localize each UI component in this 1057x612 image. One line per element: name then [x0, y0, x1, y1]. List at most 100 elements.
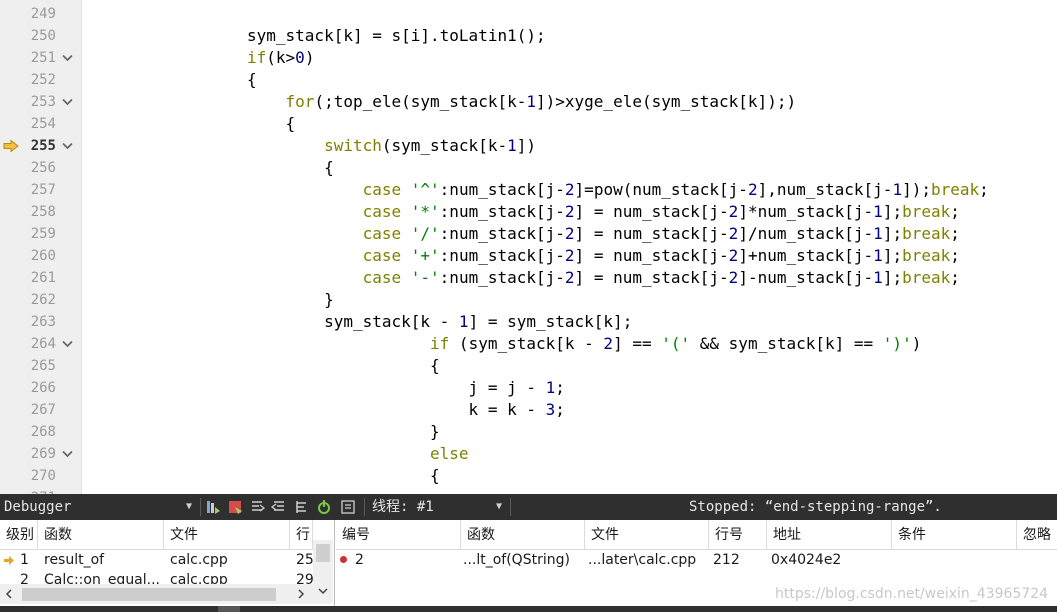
log-icon[interactable]: [340, 499, 356, 515]
line-number[interactable]: 268: [22, 424, 56, 440]
code-line[interactable]: 271: [0, 487, 1057, 494]
stack-function: Calc::on_equal...: [44, 572, 161, 584]
bp-header-condition[interactable]: 条件: [892, 520, 1017, 550]
code-line[interactable]: 258 case '*':num_stack[j-2] = num_stack[…: [0, 201, 1057, 223]
stack-header-level[interactable]: 级别: [0, 520, 38, 550]
code-line[interactable]: 264 if (sym_stack[k - 2] == '(' && sym_s…: [0, 333, 1057, 355]
view-selector[interactable]: Debugger ▼: [0, 494, 198, 520]
chevron-down-icon: ▼: [496, 501, 503, 512]
stack-header-line[interactable]: 行: [290, 520, 313, 550]
chevron-left-icon[interactable]: [4, 588, 14, 600]
stack-level: 1: [20, 552, 29, 568]
line-number[interactable]: 253: [22, 94, 56, 110]
stack-file: calc.cpp: [170, 552, 228, 568]
watermark: https://blog.csdn.net/weixin_43965724: [775, 586, 1049, 602]
line-number[interactable]: 255: [22, 138, 56, 154]
reset-icon[interactable]: [316, 499, 332, 515]
expression-icon[interactable]: [249, 499, 265, 515]
current-line-arrow-icon: [3, 140, 19, 152]
code-editor[interactable]: 249 250 sym_stack[k] = s[i].toLatin1(); 251…: [0, 0, 1057, 494]
line-number[interactable]: 257: [22, 182, 56, 198]
register-icon[interactable]: [271, 499, 287, 515]
bp-file: ...later\calc.cpp: [588, 552, 697, 568]
code-line[interactable]: 250 sym_stack[k] = s[i].toLatin1();: [0, 25, 1057, 47]
code-line[interactable]: 261 case '-':num_stack[j-2] = num_stack[…: [0, 267, 1057, 289]
code-line[interactable]: 265 {: [0, 355, 1057, 377]
line-number[interactable]: 265: [22, 358, 56, 374]
stack-vertical-scrollbar[interactable]: [313, 540, 333, 604]
code-line[interactable]: 269 else: [0, 443, 1057, 465]
bp-header-function[interactable]: 函数: [461, 520, 585, 550]
line-number[interactable]: 263: [22, 314, 56, 330]
scrollbar-thumb[interactable]: [316, 544, 330, 562]
code-line[interactable]: 249: [0, 3, 1057, 25]
code-text: k = k - 3;: [247, 400, 565, 419]
source-icon[interactable]: [293, 499, 309, 515]
bp-header-number[interactable]: 编号: [336, 520, 461, 550]
line-number[interactable]: 254: [22, 116, 56, 132]
code-line[interactable]: 270 {: [0, 465, 1057, 487]
bp-header-ignore[interactable]: 忽略: [1017, 520, 1057, 550]
toolbar-divider: [200, 498, 201, 516]
code-line[interactable]: 267 k = k - 3;: [0, 399, 1057, 421]
line-number[interactable]: 266: [22, 380, 56, 396]
line-number[interactable]: 258: [22, 204, 56, 220]
stack-horizontal-scrollbar[interactable]: [0, 584, 313, 604]
code-line[interactable]: 252 {: [0, 69, 1057, 91]
fold-chevron-icon[interactable]: [61, 339, 74, 349]
call-stack-panel[interactable]: 级别 函数 文件 行 1 result_of calc.cpp 25 2 Cal…: [0, 520, 335, 612]
scrollbar-thumb[interactable]: [22, 588, 276, 601]
line-number[interactable]: 269: [22, 446, 56, 462]
bp-header-line[interactable]: 行号: [709, 520, 767, 550]
code-line[interactable]: 256 {: [0, 157, 1057, 179]
stack-header-file[interactable]: 文件: [164, 520, 290, 550]
bp-header-file[interactable]: 文件: [585, 520, 709, 550]
memory-icon[interactable]: [227, 499, 243, 515]
current-frame-arrow-icon: [4, 556, 14, 565]
fold-chevron-icon[interactable]: [61, 141, 74, 151]
stack-header-function[interactable]: 函数: [38, 520, 164, 550]
line-number[interactable]: 260: [22, 248, 56, 264]
code-line[interactable]: 266 j = j - 1;: [0, 377, 1057, 399]
code-text: case '^':num_stack[j-2]=pow(num_stack[j-…: [362, 180, 989, 199]
chevron-down-icon[interactable]: [317, 586, 329, 596]
status-bar-tab[interactable]: [218, 606, 240, 612]
fold-chevron-icon[interactable]: [61, 449, 74, 459]
line-number[interactable]: 259: [22, 226, 56, 242]
line-number[interactable]: 252: [22, 72, 56, 88]
disassembly-icon[interactable]: [205, 499, 221, 515]
line-number[interactable]: 250: [22, 28, 56, 44]
code-line[interactable]: 251 if(k>0): [0, 47, 1057, 69]
debugger-panels: 级别 函数 文件 行 1 result_of calc.cpp 25 2 Cal…: [0, 520, 1057, 612]
bp-function: ...lt_of(QString): [463, 552, 570, 568]
debugger-status: Stopped: “end-stepping-range”.: [689, 499, 942, 515]
code-line[interactable]: 268 }: [0, 421, 1057, 443]
stack-line: 25: [296, 552, 313, 568]
code-line[interactable]: 253 for(;top_ele(sym_stack[k-1])>xyge_el…: [0, 91, 1057, 113]
bp-header-address[interactable]: 地址: [767, 520, 892, 550]
breakpoint-dot-icon: [340, 556, 347, 563]
code-line[interactable]: 259 case '/':num_stack[j-2] = num_stack[…: [0, 223, 1057, 245]
line-number[interactable]: 249: [22, 6, 56, 22]
chevron-right-icon[interactable]: [296, 588, 306, 600]
line-number[interactable]: 256: [22, 160, 56, 176]
code-text: case '*':num_stack[j-2] = num_stack[j-2]…: [362, 202, 960, 221]
view-selector-label: Debugger: [4, 499, 72, 515]
line-number[interactable]: 270: [22, 468, 56, 484]
code-line[interactable]: 263 sym_stack[k - 1] = sym_stack[k];: [0, 311, 1057, 333]
code-text: if (sym_stack[k - 2] == '(' && sym_stack…: [430, 334, 922, 353]
fold-chevron-icon[interactable]: [61, 53, 74, 63]
line-number[interactable]: 262: [22, 292, 56, 308]
code-line[interactable]: 255 switch(sym_stack[k-1]): [0, 135, 1057, 157]
fold-chevron-icon[interactable]: [61, 97, 74, 107]
debugger-toolbar: Debugger ▼ 线程: #1 ▼ Stopped: “end-steppi…: [0, 494, 1057, 520]
line-number[interactable]: 251: [22, 50, 56, 66]
code-line[interactable]: 257 case '^':num_stack[j-2]=pow(num_stac…: [0, 179, 1057, 201]
code-line[interactable]: 254 {: [0, 113, 1057, 135]
bp-number: 2: [340, 549, 458, 571]
code-line[interactable]: 260 case '+':num_stack[j-2] = num_stack[…: [0, 245, 1057, 267]
code-line[interactable]: 262 }: [0, 289, 1057, 311]
line-number[interactable]: 264: [22, 336, 56, 352]
line-number[interactable]: 267: [22, 402, 56, 418]
line-number[interactable]: 261: [22, 270, 56, 286]
